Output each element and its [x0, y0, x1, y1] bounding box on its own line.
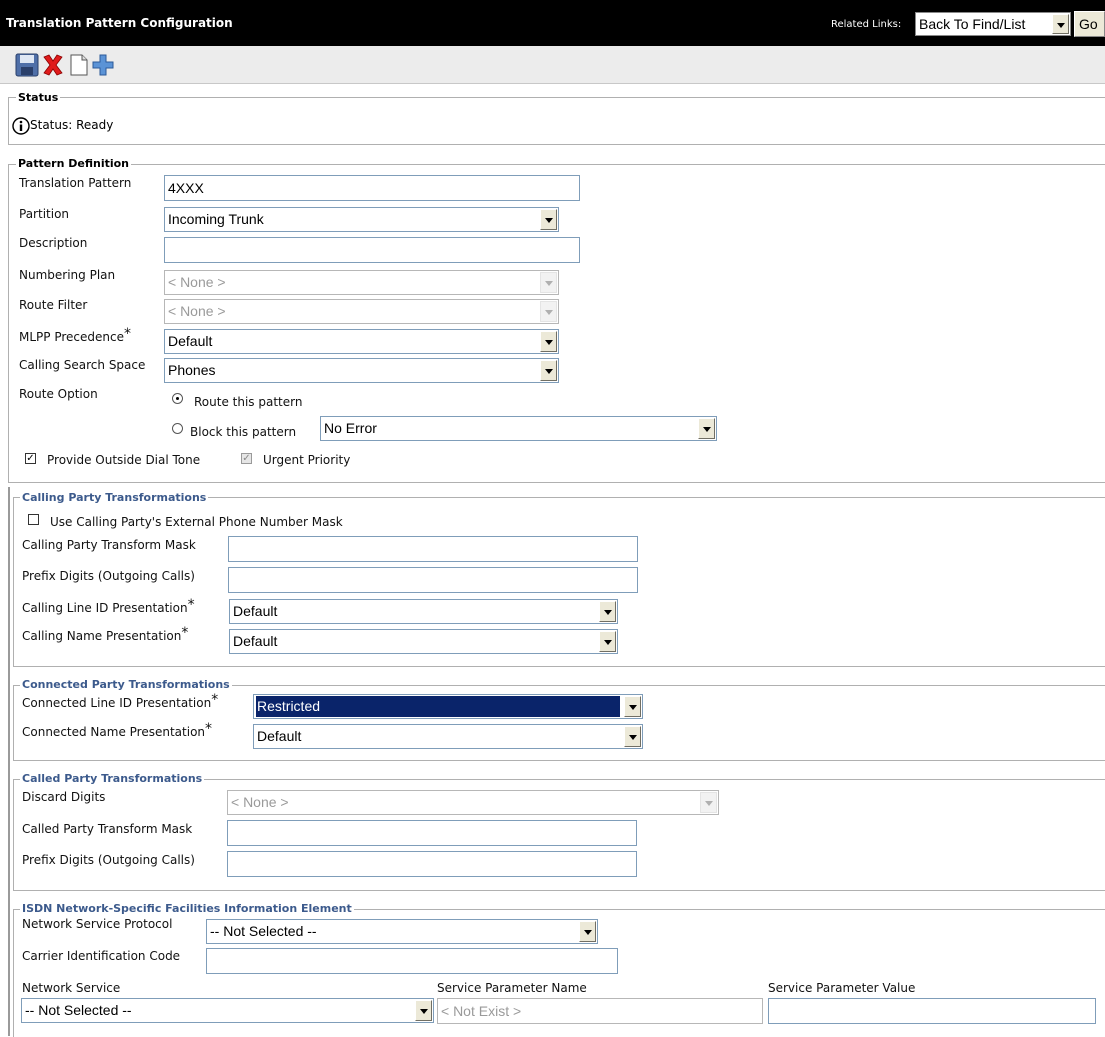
calling-transform-mask-field[interactable]: [228, 536, 638, 562]
chevron-down-icon: [540, 209, 557, 230]
chevron-down-icon: [624, 696, 641, 717]
chevron-down-icon: [624, 726, 641, 747]
delete-icon[interactable]: [40, 52, 66, 78]
chevron-down-icon: [415, 1000, 432, 1021]
chevron-down-icon: [700, 792, 717, 813]
urgent-priority-label: Urgent Priority: [263, 453, 351, 467]
related-links-label: Related Links:: [831, 19, 902, 30]
chevron-down-icon: [599, 631, 616, 652]
block-reason-select[interactable]: No Error: [320, 416, 717, 441]
network-service-protocol-label: Network Service Protocol: [22, 917, 173, 931]
route-option-label: Route Option: [19, 387, 98, 401]
carrier-identification-code-field[interactable]: [206, 948, 618, 974]
chevron-down-icon: [540, 331, 557, 352]
status-section: [8, 97, 1105, 145]
carrier-identification-code-label: Carrier Identification Code: [22, 949, 181, 963]
description-field[interactable]: [164, 237, 580, 263]
info-icon: [12, 117, 30, 135]
calling-prefix-digits-field[interactable]: [228, 567, 638, 593]
isdn-legend: ISDN Network-Specific Facilities Informa…: [20, 902, 354, 915]
copy-icon[interactable]: [66, 52, 92, 78]
chevron-down-icon: [1052, 14, 1069, 34]
calling-name-presentation-select[interactable]: Default: [229, 629, 618, 654]
discard-digits-label: Discard Digits: [22, 790, 106, 804]
called-transform-mask-field[interactable]: [227, 820, 637, 846]
called-transform-mask-label: Called Party Transform Mask: [22, 822, 193, 836]
service-parameter-value-field[interactable]: [768, 998, 1096, 1024]
save-icon[interactable]: [14, 52, 40, 78]
calling-line-id-select[interactable]: Default: [229, 599, 618, 624]
connected-line-id-select[interactable]: Restricted: [253, 694, 643, 719]
called-prefix-digits-label: Prefix Digits (Outgoing Calls): [22, 853, 195, 867]
chevron-down-icon: [540, 360, 557, 381]
calling-search-space-label: Calling Search Space: [19, 358, 146, 372]
calling-search-space-select[interactable]: Phones: [164, 358, 559, 383]
partition-label: Partition: [19, 207, 70, 221]
calling-transform-mask-label: Calling Party Transform Mask: [22, 538, 196, 552]
mlpp-precedence-select[interactable]: Default: [164, 329, 559, 354]
pattern-definition-legend: Pattern Definition: [16, 157, 132, 170]
block-this-pattern-label: Block this pattern: [190, 425, 297, 439]
add-new-icon[interactable]: [90, 52, 116, 78]
called-party-legend: Called Party Transformations: [20, 772, 205, 785]
outside-dial-tone-label: Provide Outside Dial Tone: [47, 453, 201, 467]
related-links-select[interactable]: Back To Find/List: [915, 12, 1071, 36]
numbering-plan-label: Numbering Plan: [19, 268, 116, 282]
chevron-down-icon: [540, 301, 557, 322]
page-title: Translation Pattern Configuration: [6, 16, 233, 30]
translation-pattern-label: Translation Pattern: [19, 176, 132, 190]
network-service-protocol-select[interactable]: -- Not Selected --: [206, 919, 598, 944]
external-mask-checkbox[interactable]: [28, 514, 39, 525]
connected-party-legend: Connected Party Transformations: [20, 678, 232, 691]
go-button[interactable]: Go: [1074, 11, 1105, 37]
calling-prefix-digits-label: Prefix Digits (Outgoing Calls): [22, 569, 195, 583]
route-this-pattern-radio[interactable]: [172, 393, 183, 404]
urgent-priority-checkbox: ✓: [241, 453, 252, 464]
outside-dial-tone-checkbox[interactable]: ✓: [25, 453, 36, 464]
discard-digits-select: < None >: [227, 790, 719, 815]
mlpp-precedence-label: MLPP Precedence*: [19, 326, 131, 344]
chevron-down-icon: [579, 921, 596, 942]
chevron-down-icon: [540, 272, 557, 293]
service-parameter-value-label: Service Parameter Value: [768, 981, 916, 995]
status-text: Status: Ready: [30, 118, 114, 132]
chevron-down-icon: [698, 418, 715, 439]
calling-party-legend: Calling Party Transformations: [20, 491, 209, 504]
page-border: [8, 487, 10, 1036]
toolbar: [0, 46, 1105, 84]
network-service-label: Network Service: [22, 981, 121, 995]
chevron-down-icon: [599, 601, 616, 622]
calling-name-presentation-label: Calling Name Presentation*: [22, 625, 189, 643]
route-this-pattern-label: Route this pattern: [194, 395, 303, 409]
route-filter-label: Route Filter: [19, 298, 88, 312]
service-parameter-name-field: < Not Exist >: [437, 998, 763, 1024]
calling-line-id-label: Calling Line ID Presentation*: [22, 597, 195, 615]
route-filter-select: < None >: [164, 299, 559, 324]
numbering-plan-select: < None >: [164, 270, 559, 295]
block-this-pattern-radio[interactable]: [172, 423, 183, 434]
service-parameter-name-label: Service Parameter Name: [437, 981, 587, 995]
partition-select[interactable]: Incoming Trunk: [164, 207, 559, 232]
connected-line-id-label: Connected Line ID Presentation*: [22, 692, 219, 710]
connected-name-presentation-select[interactable]: Default: [253, 724, 643, 749]
status-legend: Status: [16, 91, 61, 104]
translation-pattern-field[interactable]: 4XXX: [164, 175, 580, 201]
called-prefix-digits-field[interactable]: [227, 851, 637, 877]
description-label: Description: [19, 236, 88, 250]
external-mask-label: Use Calling Party's External Phone Numbe…: [50, 515, 343, 529]
network-service-select[interactable]: -- Not Selected --: [21, 998, 434, 1023]
connected-name-presentation-label: Connected Name Presentation*: [22, 721, 213, 739]
